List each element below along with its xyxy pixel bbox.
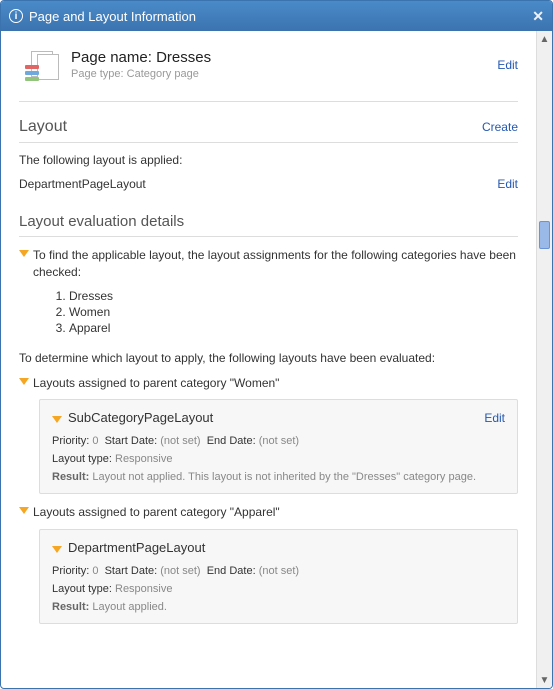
layout-group-toggle[interactable]: Layouts assigned to parent category "Wom…	[19, 375, 518, 392]
eval-determine-text: To determine which layout to apply, the …	[19, 351, 518, 365]
layout-group-label: Layouts assigned to parent category "Wom…	[33, 375, 279, 392]
applied-layout-row: DepartmentPageLayout Edit	[19, 177, 518, 191]
scroll-down-icon[interactable]: ▼	[537, 672, 552, 688]
layout-section-heading: Layout Create	[19, 112, 518, 143]
layout-type-row: Layout type: Responsive	[52, 583, 505, 595]
layout-heading-text: Layout	[19, 118, 67, 136]
info-icon: i	[9, 9, 23, 23]
edit-layout-card-link[interactable]: Edit	[484, 411, 505, 425]
scroll-thumb[interactable]	[539, 221, 550, 249]
scrollbar[interactable]: ▲ ▼	[536, 31, 552, 688]
eval-categories-block: To find the applicable layout, the layou…	[19, 247, 518, 343]
category-list: Dresses Women Apparel	[39, 289, 518, 335]
chevron-down-icon	[19, 378, 29, 385]
separator	[19, 101, 518, 102]
layout-card-toggle[interactable]: SubCategoryPageLayout	[52, 410, 213, 425]
page-name: Page name: Dresses	[71, 49, 497, 66]
layout-meta-row: Priority: 0 Start Date: (not set) End Da…	[52, 565, 505, 577]
layout-card: DepartmentPageLayout Priority: 0 Start D…	[39, 529, 518, 624]
edit-layout-link[interactable]: Edit	[497, 177, 518, 191]
list-item: Dresses	[69, 289, 518, 303]
dialog-body: Page name: Dresses Page type: Category p…	[1, 31, 552, 688]
chevron-down-icon	[19, 507, 29, 514]
page-header: Page name: Dresses Page type: Category p…	[19, 41, 518, 95]
page-icon	[25, 51, 61, 81]
create-layout-link[interactable]: Create	[482, 120, 518, 134]
eval-find-text: To find the applicable layout, the layou…	[33, 247, 518, 281]
layout-group-toggle[interactable]: Layouts assigned to parent category "App…	[19, 504, 518, 521]
layout-card: SubCategoryPageLayout Edit Priority: 0 S…	[39, 399, 518, 494]
chevron-down-icon	[52, 546, 62, 553]
layout-group: Layouts assigned to parent category "Wom…	[19, 375, 518, 495]
eval-heading: Layout evaluation details	[19, 207, 518, 237]
chevron-down-icon	[52, 416, 62, 423]
list-item: Women	[69, 305, 518, 319]
content-area: Page name: Dresses Page type: Category p…	[1, 31, 536, 688]
eval-categories-toggle[interactable]: To find the applicable layout, the layou…	[19, 247, 518, 281]
layout-result-row: Result: Layout not applied. This layout …	[52, 471, 505, 483]
applied-layout-name: DepartmentPageLayout	[19, 177, 146, 191]
dialog-title: Page and Layout Information	[29, 9, 532, 24]
chevron-down-icon	[19, 250, 29, 257]
layout-card-title: SubCategoryPageLayout	[68, 410, 213, 425]
layout-meta-row: Priority: 0 Start Date: (not set) End Da…	[52, 435, 505, 447]
layout-group: Layouts assigned to parent category "App…	[19, 504, 518, 624]
layout-type-row: Layout type: Responsive	[52, 453, 505, 465]
layout-card-title: DepartmentPageLayout	[68, 540, 205, 555]
dialog: i Page and Layout Information ✕ Page nam…	[0, 0, 553, 689]
layout-card-toggle[interactable]: DepartmentPageLayout	[52, 540, 205, 555]
titlebar[interactable]: i Page and Layout Information ✕	[1, 1, 552, 31]
close-icon[interactable]: ✕	[532, 8, 544, 25]
list-item: Apparel	[69, 321, 518, 335]
layout-result-row: Result: Layout applied.	[52, 601, 505, 613]
layout-group-label: Layouts assigned to parent category "App…	[33, 504, 280, 521]
layout-applied-text: The following layout is applied:	[19, 153, 518, 167]
page-type: Page type: Category page	[71, 68, 497, 80]
edit-page-link[interactable]: Edit	[497, 58, 518, 72]
scroll-up-icon[interactable]: ▲	[537, 31, 552, 47]
